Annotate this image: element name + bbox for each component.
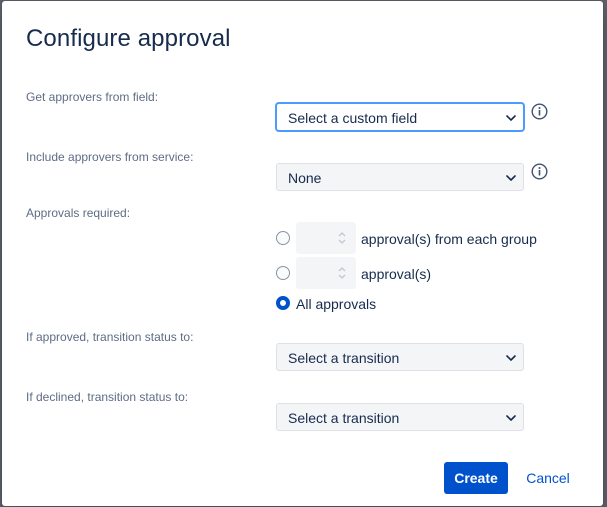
approvers-field-value: Select a custom field xyxy=(288,110,418,126)
info-icon[interactable] xyxy=(531,103,548,120)
configure-approval-dialog: Configure approval Get approvers from fi… xyxy=(2,1,603,506)
spinner-arrows-icon[interactable] xyxy=(336,264,348,282)
dialog-title: Configure approval xyxy=(26,25,231,52)
chevron-down-icon xyxy=(506,115,516,121)
approvers-field-select[interactable]: Select a custom field xyxy=(276,103,524,131)
radio-approvals-count[interactable] xyxy=(276,266,290,280)
all-approvals-text: All approvals xyxy=(296,296,377,312)
radio-approvals-each-group[interactable] xyxy=(276,231,290,245)
chevron-down-icon xyxy=(506,175,516,181)
approvers-service-label: Include approvers from service: xyxy=(26,150,194,164)
radio-all-approvals[interactable] xyxy=(276,296,290,310)
create-button[interactable]: Create xyxy=(444,462,508,494)
declined-transition-value: Select a transition xyxy=(288,410,400,426)
chevron-down-icon xyxy=(506,355,516,361)
cancel-button[interactable]: Cancel xyxy=(522,462,574,494)
approvers-service-select[interactable]: None xyxy=(276,163,524,191)
info-icon[interactable] xyxy=(531,163,548,180)
approvals-each-group-text: approval(s) from each group xyxy=(361,231,537,247)
declined-transition-select[interactable]: Select a transition xyxy=(276,403,524,431)
approved-transition-label: If approved, transition status to: xyxy=(26,330,194,344)
approvals-each-group-input[interactable] xyxy=(296,222,356,254)
approvals-required-label: Approvals required: xyxy=(26,206,131,220)
chevron-down-icon xyxy=(506,415,516,421)
approvals-count-input[interactable] xyxy=(296,257,356,289)
approved-transition-value: Select a transition xyxy=(288,350,400,366)
approved-transition-select[interactable]: Select a transition xyxy=(276,343,524,371)
approvers-service-value: None xyxy=(288,170,322,186)
declined-transition-label: If declined, transition status to: xyxy=(26,390,189,404)
approvers-field-label: Get approvers from field: xyxy=(26,90,159,104)
spinner-arrows-icon[interactable] xyxy=(336,229,348,247)
approvals-count-text: approval(s) xyxy=(361,266,432,282)
